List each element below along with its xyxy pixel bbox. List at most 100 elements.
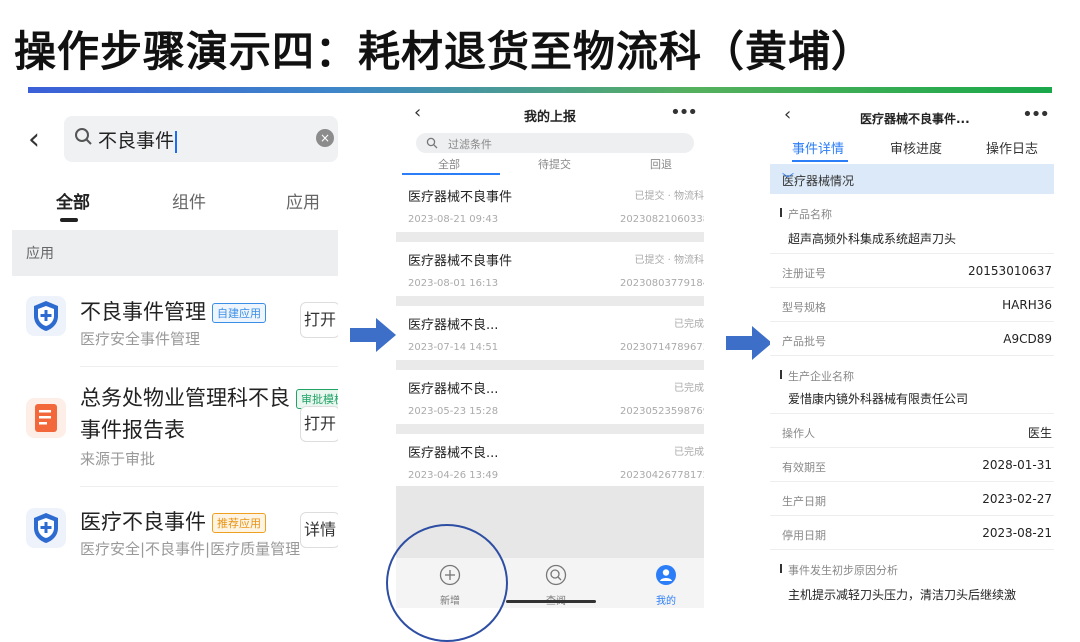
report-card[interactable]: 医疗器械不良事件 已提交 · 物流科 2023-08-21 09:43 2023… [396, 178, 704, 232]
field-label: 型号规格 [782, 301, 826, 314]
field-value: 20153010637 [968, 264, 1052, 278]
field-label: 产品名称 [788, 208, 832, 221]
filter-input[interactable]: 过滤条件 [416, 133, 694, 153]
highlight-circle [386, 524, 508, 642]
back-arrow-icon[interactable]: ‹ [28, 122, 40, 157]
tab-operation-log[interactable]: 操作日志 [986, 138, 1038, 157]
list-item[interactable]: 不良事件管理 自建应用 医疗安全事件管理 打开 [12, 284, 338, 368]
report-status: 已完成 [674, 447, 704, 458]
app-name: 总务处物业管理科不良审批模板 [80, 382, 338, 412]
report-status: 已完成 [674, 319, 704, 330]
search-icon [75, 128, 92, 145]
search-icon [426, 137, 438, 149]
tab-all[interactable]: 全部 [438, 156, 460, 172]
app-name-line2: 事件报告表 [80, 418, 185, 442]
app-name: 医疗不良事件 推荐应用 [80, 506, 266, 536]
field-value: 2023-08-21 [982, 526, 1052, 540]
report-status: 已提交 · 物流科 [634, 255, 704, 266]
field-marker [780, 208, 782, 217]
tab-apps[interactable]: 应用 [286, 188, 320, 213]
nav-mine[interactable]: 我的 [636, 564, 696, 607]
more-icon[interactable]: ••• [1022, 104, 1050, 125]
text-cursor [175, 130, 178, 153]
report-card[interactable]: 医疗器械不良... 已完成 2023-07-14 14:51 202307147… [396, 306, 704, 360]
shield-icon [26, 508, 66, 548]
tab-returned[interactable]: 回退 [650, 156, 672, 172]
more-icon[interactable]: ••• [670, 102, 698, 123]
field-label: 有效期至 [782, 461, 826, 474]
report-title: 医疗器械不良事件 [408, 190, 513, 205]
field-label: 生产日期 [782, 495, 826, 508]
search-circle-icon [545, 564, 567, 586]
report-date: 2023-05-23 15:28 [408, 406, 499, 417]
nav-mine-label: 我的 [656, 596, 676, 607]
app-subtitle: 医疗安全事件管理 [80, 330, 201, 348]
shield-icon [26, 296, 66, 336]
report-id: 20230821060338 [620, 214, 704, 225]
details-button[interactable]: 详情 [300, 512, 338, 548]
field-row: 停用日期 2023-08-21 [770, 516, 1054, 550]
divider [80, 486, 338, 487]
report-date: 2023-08-21 09:43 [408, 214, 499, 225]
app-badge: 推荐应用 [212, 513, 266, 533]
card-gap [396, 296, 704, 306]
app-badge: 自建应用 [212, 303, 266, 323]
app-name: 不良事件管理 自建应用 [80, 296, 266, 326]
field-value: A9CD89 [1003, 332, 1052, 346]
field-value: 2023-02-27 [982, 492, 1052, 506]
user-icon [656, 565, 676, 585]
field-row: 有效期至 2028-01-31 [770, 448, 1054, 482]
field-row: 产品批号 A9CD89 [770, 322, 1054, 356]
report-id: 20230803779184 [620, 278, 704, 289]
tab-review-progress[interactable]: 审核进度 [890, 138, 942, 157]
section-header: 应用 [12, 230, 338, 276]
tab-event-details[interactable]: 事件详情 [792, 138, 844, 157]
report-tabs: 全部 待提交 回退 [396, 156, 704, 174]
tab-all[interactable]: 全部 [56, 188, 90, 213]
flow-arrow-icon [350, 318, 396, 352]
field-label: 操作人 [782, 427, 815, 440]
field-row: 生产日期 2023-02-27 [770, 482, 1054, 516]
field-value: 超声高频外科集成系统超声刀头 [788, 232, 957, 246]
nav-bar: ‹ 医疗器械不良事件... ••• [770, 100, 1054, 130]
page-title: 医疗器械不良事件... [860, 112, 970, 126]
report-date: 2023-07-14 14:51 [408, 342, 499, 353]
report-title: 医疗器械不良... [408, 318, 499, 333]
report-status: 已提交 · 物流科 [634, 191, 704, 202]
open-button[interactable]: 打开 [300, 406, 338, 442]
card-gap [396, 232, 704, 242]
list-item[interactable]: 医疗不良事件 推荐应用 医疗安全|不良事件|医疗质量管理 详情 [12, 492, 338, 578]
section-header[interactable]: 医疗器械情况 ﹀ [770, 164, 1054, 194]
field-label: 生产企业名称 [788, 370, 854, 383]
open-button[interactable]: 打开 [300, 302, 338, 338]
field-value: 医生 [1027, 426, 1052, 440]
search-bar-row: ‹ 不良事件 × [12, 100, 338, 174]
report-card[interactable]: 医疗器械不良... 已完成 2023-04-26 13:49 202304267… [396, 434, 704, 488]
home-indicator [506, 600, 596, 603]
nav-bar: ‹ 我的上报 ••• [396, 100, 704, 128]
section-label: 应用 [26, 246, 54, 262]
search-input[interactable]: 不良事件 × [64, 116, 338, 162]
field-row: 型号规格 HARH36 [770, 288, 1054, 322]
report-title: 医疗器械不良... [408, 446, 499, 461]
card-gap [396, 424, 704, 434]
title-divider [28, 87, 1052, 93]
report-title: 医疗器械不良事件 [408, 254, 513, 269]
detail-tabs: 事件详情 审核进度 操作日志 [770, 138, 1054, 162]
field-label: 产品批号 [782, 335, 826, 348]
report-card[interactable]: 医疗器械不良事件 已提交 · 物流科 2023-08-01 16:13 2023… [396, 242, 704, 296]
active-tab-indicator [402, 173, 500, 175]
flow-arrow-icon [726, 326, 772, 360]
form-icon [26, 398, 66, 438]
tab-pending[interactable]: 待提交 [538, 156, 571, 172]
clear-icon[interactable]: × [316, 129, 334, 147]
field-row: 操作人 医生 [770, 414, 1054, 448]
card-gap [396, 360, 704, 370]
tab-components[interactable]: 组件 [172, 188, 206, 213]
field-value: 爱惜康内镜外科器械有限责任公司 [788, 392, 969, 406]
back-arrow-icon[interactable]: ‹ [784, 104, 791, 125]
app-subtitle: 医疗安全|不良事件|医疗质量管理 [80, 540, 301, 558]
list-item[interactable]: 总务处物业管理科不良审批模板 事件报告表 来源于审批 打开 [12, 370, 338, 487]
report-card[interactable]: 医疗器械不良... 已完成 2023-05-23 15:28 202305235… [396, 370, 704, 424]
field-label: 注册证号 [782, 267, 826, 280]
